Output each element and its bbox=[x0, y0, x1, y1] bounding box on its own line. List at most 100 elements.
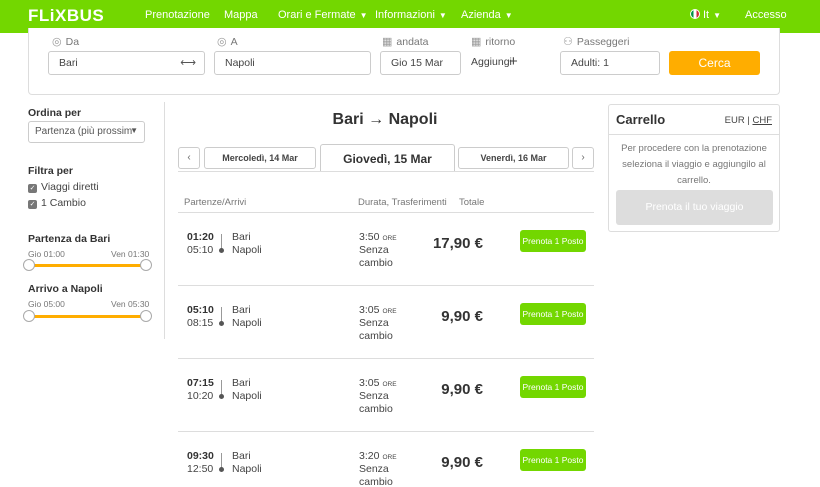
route-line-icon bbox=[221, 453, 222, 468]
login-link[interactable]: Accesso bbox=[745, 9, 787, 21]
cart-panel: Carrello EUR | CHF Per procedere con la … bbox=[608, 104, 780, 232]
arrival-time: 10:20 bbox=[187, 390, 214, 402]
transfer-info: Senza cambio bbox=[359, 390, 393, 415]
arrival-max-label: Ven 05:30 bbox=[111, 299, 150, 309]
book-seat-button[interactable]: Prenota 1 Posto bbox=[520, 376, 586, 398]
swap-icon[interactable]: ⟷ bbox=[180, 56, 196, 69]
arrival-time: 08:15 bbox=[187, 317, 214, 329]
trip-price: 9,90 € bbox=[441, 381, 483, 398]
route-title: Bari → Napoli bbox=[332, 111, 438, 128]
trip-price: 9,90 € bbox=[441, 308, 483, 325]
from-input[interactable]: Bari ⟷ bbox=[48, 51, 205, 75]
from-label: ◎ Da bbox=[52, 36, 80, 48]
transfer-info: Senza cambio bbox=[359, 244, 393, 269]
arrival-station: Napoli bbox=[232, 244, 262, 256]
to-label: ◎ A bbox=[217, 36, 238, 48]
nav-informazioni[interactable]: Informazioni ▼ bbox=[375, 9, 447, 21]
arrival-station: Napoli bbox=[232, 317, 262, 329]
depart-date-input[interactable]: Gio 15 Mar bbox=[380, 51, 461, 75]
transfer-info: Senza cambio bbox=[359, 463, 393, 487]
next-day-arrow[interactable]: › bbox=[572, 147, 594, 169]
trip-duration: 3:20 ORE bbox=[359, 450, 397, 462]
passengers-label: ⚇ Passeggeri bbox=[563, 36, 630, 48]
chevron-down-icon: ▼ bbox=[438, 11, 447, 20]
sort-select[interactable]: Partenza (più prossim ▼ bbox=[28, 121, 145, 143]
return-label: ▦ ritorno bbox=[471, 36, 516, 48]
checkbox-checked-icon[interactable]: ✓ bbox=[28, 184, 37, 193]
column-header-times: Partenze/Arrivi bbox=[184, 197, 247, 208]
route-line-icon bbox=[221, 380, 222, 395]
flixbus-logo[interactable]: FLiXBUS bbox=[28, 6, 104, 26]
trip-duration: 3:05 ORE bbox=[359, 304, 397, 316]
search-button[interactable]: Cerca bbox=[669, 51, 760, 75]
arrival-slider-track[interactable] bbox=[29, 315, 146, 318]
user-icon: ⚇ bbox=[563, 36, 573, 48]
checkbox-checked-icon[interactable]: ✓ bbox=[28, 200, 37, 209]
trip-row: 07:15 10:20 Bari Napoli 3:05 ORE Senza ca… bbox=[178, 358, 594, 431]
chevron-down-icon: ▼ bbox=[359, 11, 368, 20]
nav-prenotazione[interactable]: Prenotazione bbox=[145, 9, 210, 21]
italy-flag-icon bbox=[690, 9, 700, 19]
arrival-slider-max-handle[interactable] bbox=[140, 310, 152, 322]
language-selector[interactable]: It ▼ bbox=[690, 9, 721, 21]
calendar-icon: ▦ bbox=[382, 36, 393, 48]
route-dot-icon bbox=[219, 394, 224, 399]
chevron-right-icon: › bbox=[581, 152, 585, 163]
cart-title: Carrello bbox=[616, 112, 666, 127]
departure-filter-title: Partenza da Bari bbox=[28, 233, 111, 245]
departure-slider-min-handle[interactable] bbox=[23, 259, 35, 271]
chevron-down-icon: ▼ bbox=[504, 11, 513, 20]
add-return-button[interactable]: Aggiungi bbox=[461, 51, 551, 75]
route-dot-icon bbox=[219, 321, 224, 326]
to-input[interactable]: Napoli bbox=[214, 51, 371, 75]
tab-current-day[interactable]: Giovedì, 15 Mar bbox=[320, 144, 455, 172]
currency-chf[interactable]: CHF bbox=[752, 115, 772, 126]
departure-station: Bari bbox=[232, 377, 251, 389]
arrival-station: Napoli bbox=[232, 463, 262, 475]
nav-azienda[interactable]: Azienda ▼ bbox=[461, 9, 513, 21]
prev-day-arrow[interactable]: ‹ bbox=[178, 147, 200, 169]
plus-icon[interactable]: + bbox=[509, 53, 518, 70]
departure-time: 01:20 bbox=[187, 231, 214, 243]
departure-max-label: Ven 01:30 bbox=[111, 249, 150, 259]
route-dot-icon bbox=[219, 467, 224, 472]
tab-next-day[interactable]: Venerdì, 16 Mar bbox=[458, 147, 569, 169]
trip-row: 05:10 08:15 Bari Napoli 3:05 ORE Senza ca… bbox=[178, 285, 594, 358]
departure-station: Bari bbox=[232, 450, 251, 462]
column-header-duration: Durata, Trasferimenti bbox=[358, 197, 447, 208]
currency-switcher: EUR | CHF bbox=[725, 115, 772, 126]
departure-time: 09:30 bbox=[187, 450, 214, 462]
book-seat-button[interactable]: Prenota 1 Posto bbox=[520, 449, 586, 471]
book-seat-button[interactable]: Prenota 1 Posto bbox=[520, 230, 586, 252]
departure-slider-max-handle[interactable] bbox=[140, 259, 152, 271]
book-seat-button[interactable]: Prenota 1 Posto bbox=[520, 303, 586, 325]
route-line-icon bbox=[221, 234, 222, 249]
arrival-time: 12:50 bbox=[187, 463, 214, 475]
tab-underline bbox=[178, 171, 594, 172]
filter-one-change[interactable]: ✓ 1 Cambio bbox=[28, 197, 86, 209]
currency-eur[interactable]: EUR bbox=[725, 115, 745, 126]
chevron-down-icon: ▼ bbox=[130, 126, 138, 135]
nav-orari-e-fermate[interactable]: Orari e Fermate ▼ bbox=[278, 9, 368, 21]
filter-title: Filtra per bbox=[28, 165, 73, 177]
arrival-slider-min-handle[interactable] bbox=[23, 310, 35, 322]
trip-duration: 3:05 ORE bbox=[359, 377, 397, 389]
departure-time: 07:15 bbox=[187, 377, 214, 389]
departure-slider-track[interactable] bbox=[29, 264, 146, 267]
trip-price: 9,90 € bbox=[441, 454, 483, 471]
passengers-input[interactable]: Adulti: 1 bbox=[560, 51, 660, 75]
tab-prev-day[interactable]: Mercoledì, 14 Mar bbox=[204, 147, 316, 169]
depart-label: ▦ andata bbox=[382, 36, 429, 48]
filter-direct-trips[interactable]: ✓ Viaggi diretti bbox=[28, 181, 99, 193]
trip-duration: 3:50 ORE bbox=[359, 231, 397, 243]
chevron-down-icon: ▼ bbox=[713, 11, 722, 20]
location-pin-icon: ◎ bbox=[217, 36, 227, 48]
arrival-filter-title: Arrivo a Napoli bbox=[28, 283, 103, 295]
cart-divider bbox=[609, 134, 779, 135]
route-dot-icon bbox=[219, 248, 224, 253]
departure-min-label: Gio 01:00 bbox=[28, 249, 65, 259]
nav-mappa[interactable]: Mappa bbox=[224, 9, 258, 21]
transfer-info: Senza cambio bbox=[359, 317, 393, 342]
book-trip-button[interactable]: Prenota il tuo viaggio bbox=[616, 190, 773, 225]
departure-station: Bari bbox=[232, 231, 251, 243]
